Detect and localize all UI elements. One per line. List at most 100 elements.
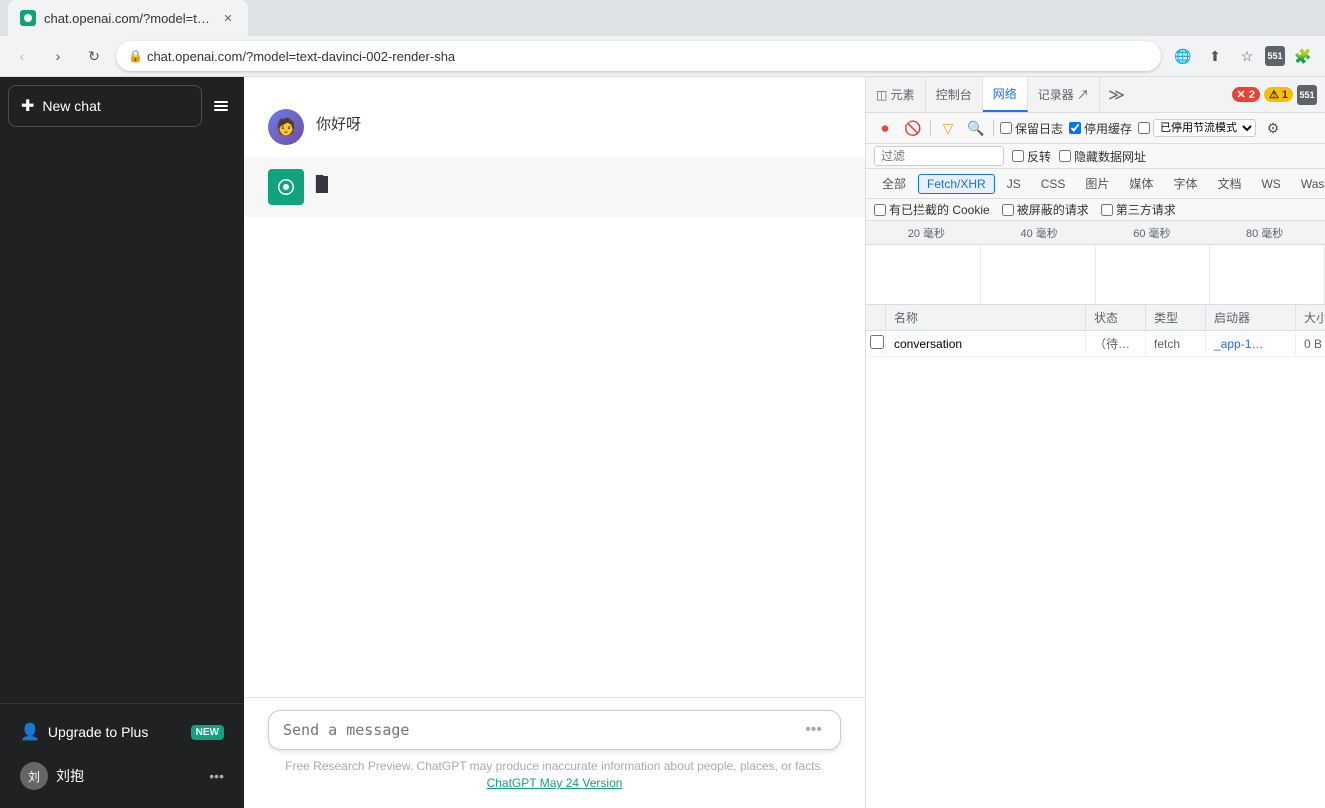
back-button[interactable]: ‹ bbox=[8, 42, 36, 70]
main-content: ✚ New chat 👤 Upgrade to Plus NEW 刘 刘抱 ••… bbox=[0, 77, 1325, 808]
preserve-log-checkbox[interactable] bbox=[1000, 122, 1012, 134]
filter-button[interactable]: ▽ bbox=[937, 117, 959, 139]
devtools-tab-network[interactable]: 网络 bbox=[983, 77, 1028, 112]
error-count: 2 bbox=[1249, 89, 1255, 101]
devtools-tab-console[interactable]: 控制台 bbox=[926, 77, 983, 112]
input-more-button[interactable]: ••• bbox=[801, 721, 826, 739]
td-type: fetch bbox=[1146, 333, 1206, 355]
settings-button[interactable]: ⚙ bbox=[1262, 117, 1284, 139]
toolbar-divider2 bbox=[993, 120, 994, 136]
chat-footer: Free Research Preview. ChatGPT may produ… bbox=[268, 758, 841, 792]
user-message-text: 你好呀 bbox=[316, 116, 361, 133]
table-row[interactable]: conversation （待… fetch _app-1… 0 B 待处理 bbox=[866, 331, 1325, 357]
filter-fetchxhr-button[interactable]: Fetch/XHR bbox=[918, 174, 995, 194]
wf-label-20: 20 毫秒 bbox=[870, 225, 983, 241]
throttle-select[interactable]: 已停用节流模式 bbox=[1153, 119, 1256, 137]
third-party-label: 第三方请求 bbox=[1116, 201, 1176, 218]
third-party-checkbox-label: 第三方请求 bbox=[1101, 201, 1176, 218]
devtools-tab-elements[interactable]: ◫ 元素 bbox=[866, 77, 926, 112]
offline-checkbox[interactable] bbox=[1138, 122, 1150, 134]
browser-chrome: chat.openai.com/?model=text-davinci-002-… bbox=[0, 0, 1325, 77]
network-filter-bar: 全部 Fetch/XHR JS CSS 图片 媒体 字体 文档 WS Wasm … bbox=[866, 169, 1325, 199]
th-status[interactable]: 状态 bbox=[1086, 305, 1146, 330]
error-icon: ✕ bbox=[1237, 89, 1246, 101]
user-row[interactable]: 刘 刘抱 ••• bbox=[8, 752, 236, 800]
network-table: 名称 状态 类型 启动器 大小 时间 瀑布 conversation （待… f… bbox=[866, 305, 1325, 808]
ssl-lock-icon: 🔒 bbox=[128, 49, 143, 63]
th-type[interactable]: 类型 bbox=[1146, 305, 1206, 330]
new-chat-button[interactable]: ✚ New chat bbox=[8, 85, 202, 127]
sidebar-toggle-button[interactable] bbox=[206, 88, 236, 124]
filter-ws-button[interactable]: WS bbox=[1253, 175, 1288, 193]
cookie-checkbox-label: 有已拦截的 Cookie bbox=[874, 201, 990, 218]
hide-data-checkbox-label: 隐藏数据网址 bbox=[1059, 148, 1146, 165]
filter-js-button[interactable]: JS bbox=[999, 175, 1029, 193]
plus-icon: ✚ bbox=[21, 96, 34, 116]
filter-css-button[interactable]: CSS bbox=[1033, 175, 1074, 193]
assistant-message-content: ▋ bbox=[316, 169, 841, 197]
extensions-button[interactable]: 🧩 bbox=[1289, 42, 1317, 70]
user-message-avatar: 🧑 bbox=[268, 109, 304, 145]
message-input[interactable] bbox=[283, 721, 801, 739]
search-button[interactable]: 🔍 bbox=[965, 117, 987, 139]
user-message-content: 你好呀 bbox=[316, 109, 815, 137]
devtools-more-tabs[interactable]: ≫ bbox=[1100, 85, 1133, 105]
disable-cache-checkbox-label: 停用缓存 bbox=[1069, 120, 1132, 137]
browser-actions: 🌐 ⬆ ☆ 551 🧩 bbox=[1169, 42, 1317, 70]
td-size: 0 B bbox=[1296, 333, 1325, 355]
new-badge: NEW bbox=[191, 725, 224, 740]
address-text: chat.openai.com/?model=text-davinci-002-… bbox=[147, 49, 455, 64]
hide-data-checkbox[interactable] bbox=[1059, 150, 1071, 162]
chatgpt-sidebar: ✚ New chat 👤 Upgrade to Plus NEW 刘 刘抱 ••… bbox=[0, 77, 244, 808]
th-size[interactable]: 大小 bbox=[1296, 305, 1325, 330]
avatar: 刘 bbox=[20, 762, 48, 790]
stop-recording-button[interactable]: ⏺ bbox=[874, 117, 896, 139]
row-checkbox[interactable] bbox=[870, 335, 884, 349]
wf-label-60: 60 毫秒 bbox=[1096, 225, 1209, 241]
filter-media-button[interactable]: 媒体 bbox=[1121, 173, 1161, 194]
cookie-checkbox[interactable] bbox=[874, 204, 886, 216]
filter-all-button[interactable]: 全部 bbox=[874, 173, 914, 194]
assistant-cursor: ▋ bbox=[316, 176, 328, 193]
chat-area: 🧑 你好呀 ▋ bbox=[244, 77, 865, 808]
filter-wasm-button[interactable]: Wasm bbox=[1293, 175, 1325, 193]
user-message-row: 🧑 你好呀 bbox=[244, 97, 865, 157]
upgrade-button[interactable]: 👤 Upgrade to Plus NEW bbox=[8, 712, 236, 752]
filter-input[interactable] bbox=[874, 146, 1004, 166]
th-name[interactable]: 名称 bbox=[886, 305, 1086, 330]
bookmark-button[interactable]: ☆ bbox=[1233, 42, 1261, 70]
extension-badge[interactable]: 551 bbox=[1265, 46, 1285, 66]
offline-checkbox-label: 已停用节流模式 bbox=[1138, 119, 1256, 137]
filter-img-button[interactable]: 图片 bbox=[1077, 173, 1117, 194]
forward-button[interactable]: › bbox=[44, 42, 72, 70]
disable-cache-checkbox[interactable] bbox=[1069, 122, 1081, 134]
browser-tab[interactable]: chat.openai.com/?model=text-davinci-002-… bbox=[8, 0, 248, 36]
td-checkbox bbox=[866, 331, 886, 356]
translate-button[interactable]: 🌐 bbox=[1169, 42, 1197, 70]
address-input[interactable]: 🔒 chat.openai.com/?model=text-davinci-00… bbox=[116, 41, 1161, 71]
devtools-tab-recorder[interactable]: 记录器 ↗ bbox=[1028, 77, 1100, 112]
tab-title: chat.openai.com/?model=text-davinci-002-… bbox=[44, 11, 212, 26]
td-status: （待… bbox=[1086, 331, 1146, 356]
assistant-avatar bbox=[268, 169, 304, 205]
reverse-checkbox[interactable] bbox=[1012, 150, 1024, 162]
user-more-button[interactable]: ••• bbox=[209, 768, 224, 784]
devtools-tabs: ◫ 元素 控制台 网络 记录器 ↗ ≫ ✕ 2 ⚠ 1 551 bbox=[866, 77, 1325, 113]
third-party-checkbox[interactable] bbox=[1101, 204, 1113, 216]
chatgpt-version-link[interactable]: ChatGPT May 24 Version bbox=[487, 776, 623, 790]
blocked-checkbox[interactable] bbox=[1002, 204, 1014, 216]
edit-message-button[interactable] bbox=[827, 109, 841, 126]
th-initiator[interactable]: 启动器 bbox=[1206, 305, 1296, 330]
chat-messages: 🧑 你好呀 ▋ bbox=[244, 77, 865, 697]
filter-font-button[interactable]: 字体 bbox=[1165, 173, 1205, 194]
footer-text: Free Research Preview. ChatGPT may produ… bbox=[285, 759, 824, 773]
clear-network-button[interactable]: 🚫 bbox=[902, 117, 924, 139]
filter-doc-button[interactable]: 文档 bbox=[1209, 173, 1249, 194]
wf-section-3 bbox=[1096, 245, 1211, 304]
reverse-checkbox-label: 反转 bbox=[1012, 148, 1051, 165]
upgrade-label: Upgrade to Plus bbox=[48, 724, 148, 740]
reload-button[interactable]: ↻ bbox=[80, 42, 108, 70]
td-initiator[interactable]: _app-1… bbox=[1206, 333, 1296, 355]
share-button[interactable]: ⬆ bbox=[1201, 42, 1229, 70]
tab-close-button[interactable]: ✕ bbox=[220, 10, 236, 26]
